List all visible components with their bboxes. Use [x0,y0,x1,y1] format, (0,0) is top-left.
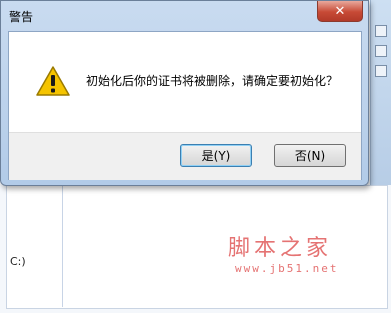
background-button-icon [375,45,387,57]
close-icon: ✕ [334,3,346,19]
background-divider [62,185,63,307]
warning-icon [36,66,70,96]
warning-dialog: 警告 ✕ 初始化后你的证书将被删除，请确定要初始化？ 是(Y) 否(N) [0,0,369,186]
button-bar: 是(Y) 否(N) [9,132,361,180]
close-button[interactable]: ✕ [317,1,363,22]
dialog-titlebar[interactable]: 警告 ✕ [1,1,368,31]
dialog-client-area: 初始化后你的证书将被删除，请确定要初始化？ 是(Y) 否(N) [8,31,362,180]
dialog-title: 警告 [9,10,34,24]
watermark-url: www.jb51.net [235,262,339,275]
no-button[interactable]: 否(N) [274,144,346,167]
drive-label: C:) [10,255,26,268]
dialog-message: 初始化后你的证书将被删除，请确定要初始化？ [86,74,339,88]
watermark-text: 脚本之家 [228,236,333,261]
background-button-icon [375,25,387,37]
message-area: 初始化后你的证书将被删除，请确定要初始化？ [9,32,361,132]
background-button-icon [375,65,387,77]
yes-button[interactable]: 是(Y) [180,144,252,167]
